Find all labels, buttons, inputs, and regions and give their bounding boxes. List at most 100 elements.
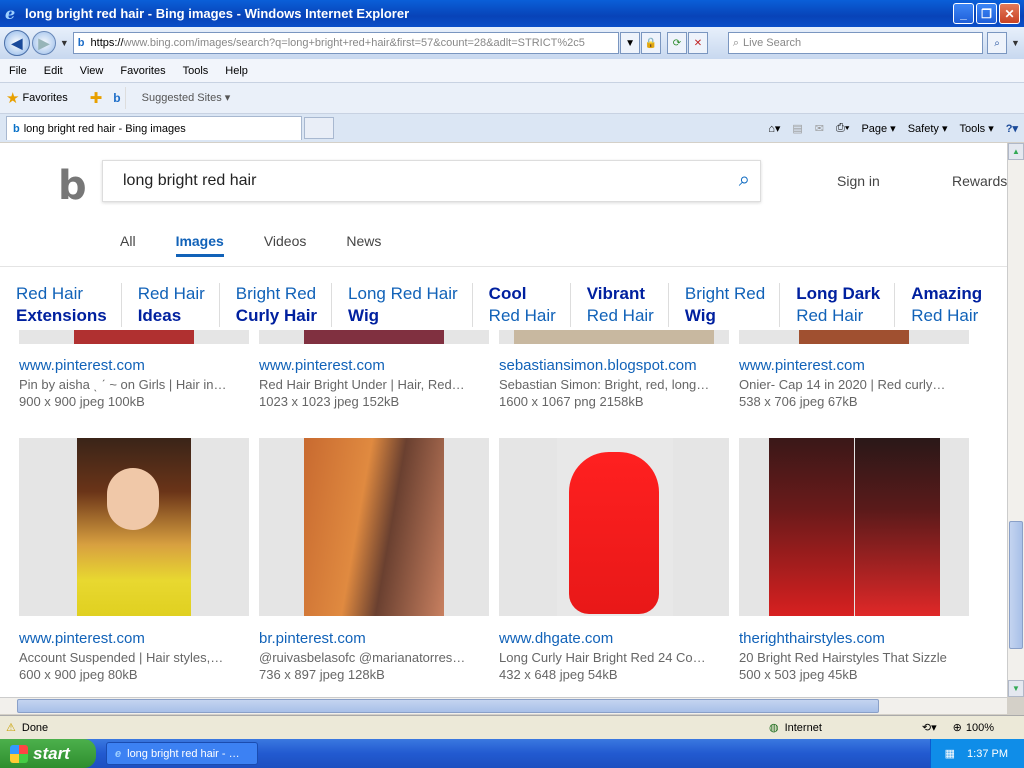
image-result[interactable]: www.pinterest.com Pin by aisha ˎ ˊ ~ on … [19,343,249,409]
sign-in-link[interactable]: Sign in [837,173,880,189]
read-mail-icon[interactable]: ✉ [815,122,824,135]
new-tab-button[interactable] [304,117,334,139]
image-result[interactable]: www.pinterest.com Red Hair Bright Under … [259,343,489,409]
result-title: Long Curly Hair Bright Red 24 Co… [499,650,706,665]
lock-icon[interactable]: 🔒 [641,32,661,54]
result-source-link[interactable]: www.pinterest.com [739,357,969,374]
bing-logo-icon[interactable]: b [58,163,87,209]
address-field[interactable]: b https://www.bing.com/images/search?q=l… [72,32,620,54]
related-search-long-red-hair-wig[interactable]: Long Red Hair Wig [331,283,472,327]
suggested-sites-button[interactable]: Suggested Sites ▾ [124,87,245,109]
forward-button[interactable]: ▶ [31,31,56,55]
tab-bing-images[interactable]: b long bright red hair - Bing images [6,116,302,140]
search-icon[interactable]: ⌕ [739,169,750,192]
favorites-star-icon[interactable]: ★ [6,89,19,107]
home-icon[interactable]: ⌂▾ [768,122,780,135]
result-source-link[interactable]: www.pinterest.com [19,630,249,647]
result-meta: 500 x 503 jpeg 45kB [739,667,858,682]
horizontal-scrollbar[interactable] [0,697,1007,714]
maximize-button[interactable]: ❐ [976,3,997,24]
status-text: Done [21,721,49,734]
image-result[interactable]: therighthairstyles.com 20 Bright Red Hai… [739,438,969,682]
result-source-link[interactable]: www.pinterest.com [19,357,249,374]
vertical-scroll-thumb[interactable] [1009,521,1023,649]
image-thumbnail[interactable] [19,330,249,344]
image-result[interactable]: sebastiansimon.blogspot.com Sebastian Si… [499,343,729,409]
safety-menu-button[interactable]: Safety ▾ [908,122,948,135]
image-result[interactable]: www.dhgate.com Long Curly Hair Bright Re… [499,438,729,682]
scroll-up-icon[interactable]: ▲ [1008,143,1024,160]
search-go-button[interactable]: ⌕ [987,32,1008,54]
add-favorite-icon[interactable]: ✚ [90,89,103,107]
zoom-level[interactable]: 100% [966,722,994,734]
stop-button[interactable]: ✕ [687,32,708,54]
menu-tools[interactable]: Tools [183,65,209,77]
result-source-link[interactable]: br.pinterest.com [259,630,489,647]
image-thumbnail[interactable] [739,438,969,616]
start-button[interactable]: start [0,739,96,768]
favorites-button[interactable]: Favorites [22,92,67,104]
minimize-button[interactable]: _ [953,3,974,24]
result-meta: 900 x 900 jpeg 100kB [19,394,145,409]
result-source-link[interactable]: www.dhgate.com [499,630,729,647]
related-search-vibrant-red-hair[interactable]: Vibrant Red Hair [569,283,668,327]
related-search-red-hair-extensions[interactable]: Red Hair Extensions [0,283,121,327]
network-icon[interactable]: ▦ [945,747,955,760]
protected-mode-icon[interactable]: ⟲▾ [922,721,937,734]
title-bar: e long bright red hair - Bing images - W… [0,0,1024,27]
feeds-icon[interactable]: ▤ [792,122,802,135]
related-search-bright-red-curly-hair[interactable]: Bright Red Curly Hair [218,283,331,327]
result-meta: 538 x 706 jpeg 67kB [739,394,858,409]
menu-help[interactable]: Help [225,65,248,77]
related-searches-row: Red Hair Extensions Red Hair Ideas Bright … [0,266,1007,330]
result-source-link[interactable]: therighthairstyles.com [739,630,969,647]
menu-edit[interactable]: Edit [44,65,63,77]
related-search-cool-red-hair[interactable]: Cool Red Hair [471,283,570,327]
menu-view[interactable]: View [80,65,104,77]
scroll-down-icon[interactable]: ▼ [1008,680,1024,697]
tools-menu-button[interactable]: Tools ▾ [959,122,993,135]
image-thumbnail[interactable] [19,438,249,616]
print-icon[interactable]: ⎙▾ [836,122,849,135]
result-source-link[interactable]: sebastiansimon.blogspot.com [499,357,729,374]
related-search-long-dark-red-hair[interactable]: Long Dark Red Hair [779,283,894,327]
live-search-input[interactable]: ⌕ Live Search [727,32,984,54]
related-search-amazing-red-hair[interactable]: Amazing Red Hair [894,283,996,327]
tab-videos[interactable]: Videos [264,233,307,257]
related-search-red-hair-ideas[interactable]: Red Hair Ideas [120,283,219,327]
image-result[interactable]: www.pinterest.com Account Suspended | Ha… [19,438,249,682]
search-options-icon[interactable]: ▼ [1011,38,1020,48]
result-source-link[interactable]: www.pinterest.com [259,357,489,374]
image-thumbnail[interactable] [739,330,969,344]
image-thumbnail[interactable] [259,330,489,344]
related-search-bright-red-wig[interactable]: Bright Red Wig [667,283,779,327]
vertical-scrollbar[interactable]: ▲ ▼ [1007,143,1024,697]
window-title: long bright red hair - Bing images - Win… [25,6,410,21]
tab-news[interactable]: News [346,233,381,257]
address-dropdown-button[interactable]: ▼ [620,32,641,54]
tab-images[interactable]: Images [175,233,224,257]
page-menu-button[interactable]: Page ▾ [861,122,895,135]
image-thumbnail[interactable] [259,438,489,616]
refresh-button[interactable]: ⟳ [667,32,687,54]
menu-favorites[interactable]: Favorites [120,65,165,77]
image-thumbnail[interactable] [499,330,729,344]
globe-icon: ◍ [768,722,779,734]
help-icon[interactable]: ?▾ [1006,122,1018,135]
result-meta: 600 x 900 jpeg 80kB [19,667,138,682]
favorites-bar: ★ Favorites ✚ b Suggested Sites ▾ [0,83,1024,114]
result-title: Account Suspended | Hair styles,… [19,650,224,665]
bing-search-box[interactable]: long bright red hair ⌕ [102,160,761,202]
history-dropdown-icon[interactable]: ▼ [60,38,69,48]
menu-file[interactable]: File [9,65,27,77]
taskbar-item-ie[interactable]: e long bright red hair - … [106,742,258,765]
close-button[interactable]: ✕ [999,3,1020,24]
image-thumbnail[interactable] [499,438,729,616]
horizontal-scroll-thumb[interactable] [17,699,879,713]
tab-all[interactable]: All [120,233,136,257]
image-result[interactable]: br.pinterest.com @ruivasbelasofc @marian… [259,438,489,682]
back-button[interactable]: ◀ [4,30,30,56]
bing-favicon-icon: b [13,122,20,135]
rewards-link[interactable]: Rewards [952,173,1007,189]
image-result[interactable]: www.pinterest.com Onier- Cap 14 in 2020 … [739,343,969,409]
